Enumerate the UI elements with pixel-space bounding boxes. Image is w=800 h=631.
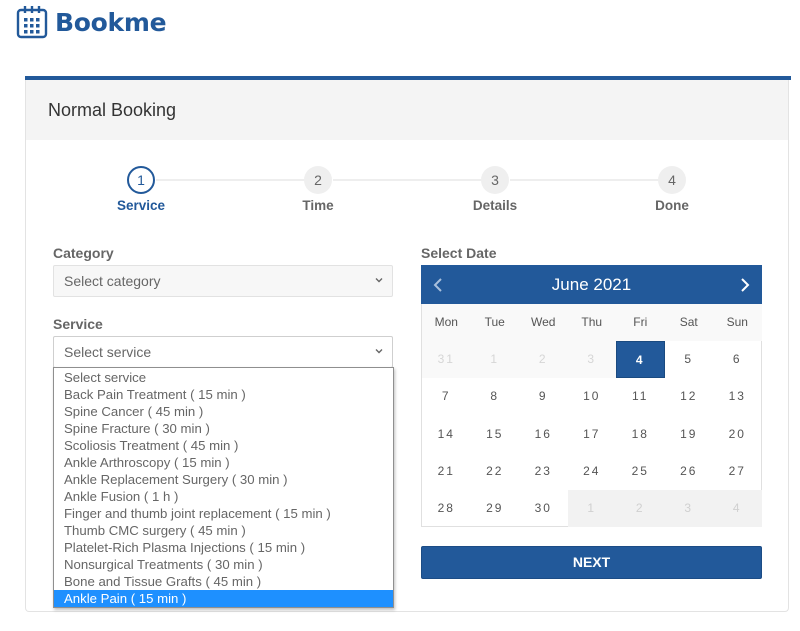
step-service[interactable]: 1 Service xyxy=(96,164,186,213)
weekday-header: Sun xyxy=(713,304,762,341)
service-option[interactable]: Bone and Tissue Grafts ( 45 min ) xyxy=(54,573,393,590)
weekday-header: Tue xyxy=(470,304,519,341)
calendar-day: 2 xyxy=(616,490,665,528)
step-label: Details xyxy=(472,198,518,213)
calendar-day[interactable]: 12 xyxy=(665,378,714,415)
card-title: Normal Booking xyxy=(48,100,177,120)
category-select[interactable]: Select category xyxy=(53,265,393,297)
step-number: 1 xyxy=(127,166,155,194)
calendar-day[interactable]: 14 xyxy=(422,416,471,453)
calendar-day[interactable]: 5 xyxy=(665,341,714,378)
service-select-value: Select service xyxy=(64,344,152,360)
calendar-day: 1 xyxy=(470,341,519,379)
calendar-day: 31 xyxy=(422,341,471,379)
booking-card: Normal Booking 1 Service 2 Time 3 Detail… xyxy=(25,76,791,612)
next-button[interactable]: NEXT xyxy=(421,546,762,579)
service-option[interactable]: Scoliosis Treatment ( 45 min ) xyxy=(54,437,393,454)
calendar-day[interactable]: 15 xyxy=(471,416,520,453)
calendar-day[interactable]: 7 xyxy=(422,378,471,415)
weekday-header: Mon xyxy=(422,304,471,341)
calendar-day[interactable]: 26 xyxy=(665,453,714,490)
calendar-day[interactable]: 24 xyxy=(568,453,617,490)
calendar-day: 3 xyxy=(567,341,616,379)
calendar-day[interactable]: 13 xyxy=(713,378,762,415)
category-select-value: Select category xyxy=(64,273,161,289)
calendar-header: June 2021 xyxy=(421,265,762,304)
step-done[interactable]: 4 Done xyxy=(627,164,717,213)
service-option[interactable]: Thumb CMC surgery ( 45 min ) xyxy=(54,522,393,539)
calendar-day[interactable]: 21 xyxy=(422,453,471,490)
calendar-day[interactable]: 16 xyxy=(519,416,568,453)
calendar-month-title: June 2021 xyxy=(551,275,632,294)
select-date-label: Select Date xyxy=(421,245,497,261)
booking-steps: 1 Service 2 Time 3 Details 4 Done xyxy=(26,164,788,224)
chevron-down-icon xyxy=(375,278,383,283)
calendar-day[interactable]: 20 xyxy=(713,416,762,453)
chevron-right-icon[interactable] xyxy=(736,276,752,294)
calendar-day[interactable]: 10 xyxy=(568,378,617,415)
service-option[interactable]: Spine Cancer ( 45 min ) xyxy=(54,403,393,420)
service-option[interactable]: Back Pain Treatment ( 15 min ) xyxy=(54,386,393,403)
calendar-day: 4 xyxy=(713,490,762,528)
weekday-header: Fri xyxy=(616,304,665,341)
service-select[interactable]: Select service xyxy=(53,336,393,368)
service-label: Service xyxy=(53,316,103,332)
date-calendar: June 2021 Mon Tue Wed Thu Fri Sat Sun 31 1 2 3 4 5 6 7… xyxy=(421,265,762,528)
calendar-day[interactable]: 28 xyxy=(422,490,471,527)
calendar-day[interactable]: 17 xyxy=(568,416,617,453)
service-option[interactable]: Nonsurgical Treatments ( 30 min ) xyxy=(54,556,393,573)
weekday-header: Wed xyxy=(519,304,568,341)
service-option[interactable]: Spine Fracture ( 30 min ) xyxy=(54,420,393,437)
calendar-icon xyxy=(16,6,48,39)
calendar-grid: Mon Tue Wed Thu Fri Sat Sun 31 1 2 3 4 5 6 7 8 9 10 11 12 13… xyxy=(422,304,762,528)
step-label: Time xyxy=(302,198,334,213)
service-option[interactable]: Ankle Arthroscopy ( 15 min ) xyxy=(54,454,393,471)
service-option[interactable]: Finger and thumb joint replacement ( 15 … xyxy=(54,505,393,522)
service-option[interactable]: Select service xyxy=(54,369,393,386)
step-label: Done xyxy=(655,198,689,213)
weekday-header: Thu xyxy=(567,304,616,341)
calendar-day[interactable]: 8 xyxy=(471,378,520,415)
service-option[interactable]: Ankle Pain ( 15 min ) xyxy=(54,590,393,607)
calendar-day: 3 xyxy=(664,490,713,528)
calendar-day[interactable]: 30 xyxy=(519,490,568,527)
step-number: 4 xyxy=(658,166,686,194)
step-time[interactable]: 2 Time xyxy=(273,164,363,213)
calendar-day: 2 xyxy=(519,341,568,379)
calendar-day[interactable]: 23 xyxy=(519,453,568,490)
calendar-day[interactable]: 19 xyxy=(665,416,714,453)
step-number: 3 xyxy=(481,166,509,194)
step-number: 2 xyxy=(304,166,332,194)
brand-logo[interactable]: Bookme xyxy=(16,4,167,40)
service-option[interactable]: Platelet-Rich Plasma Injections ( 15 min… xyxy=(54,539,393,556)
service-option[interactable]: Ankle Replacement Surgery ( 30 min ) xyxy=(54,471,393,488)
calendar-day[interactable]: 29 xyxy=(471,490,520,527)
service-dropdown-list: Select service Back Pain Treatment ( 15 m… xyxy=(53,367,394,608)
chevron-down-icon xyxy=(375,349,383,354)
weekday-header: Sat xyxy=(664,304,713,341)
brand-name: Bookme xyxy=(55,7,167,37)
calendar-day: 1 xyxy=(567,490,616,528)
calendar-day[interactable]: 18 xyxy=(616,416,665,453)
calendar-day[interactable]: 9 xyxy=(519,378,568,415)
service-option[interactable]: Ankle Fusion ( 1 h ) xyxy=(54,488,393,505)
calendar-day[interactable]: 27 xyxy=(713,453,762,490)
calendar-day[interactable]: 11 xyxy=(616,378,665,415)
step-label: Service xyxy=(116,198,166,213)
category-label: Category xyxy=(53,245,114,261)
calendar-day[interactable]: 6 xyxy=(713,341,762,378)
calendar-day[interactable]: 22 xyxy=(471,453,520,490)
step-details[interactable]: 3 Details xyxy=(450,164,540,213)
card-header: Normal Booking xyxy=(26,80,788,140)
calendar-day[interactable]: 25 xyxy=(616,453,665,490)
calendar-day-selected[interactable]: 4 xyxy=(616,341,665,379)
